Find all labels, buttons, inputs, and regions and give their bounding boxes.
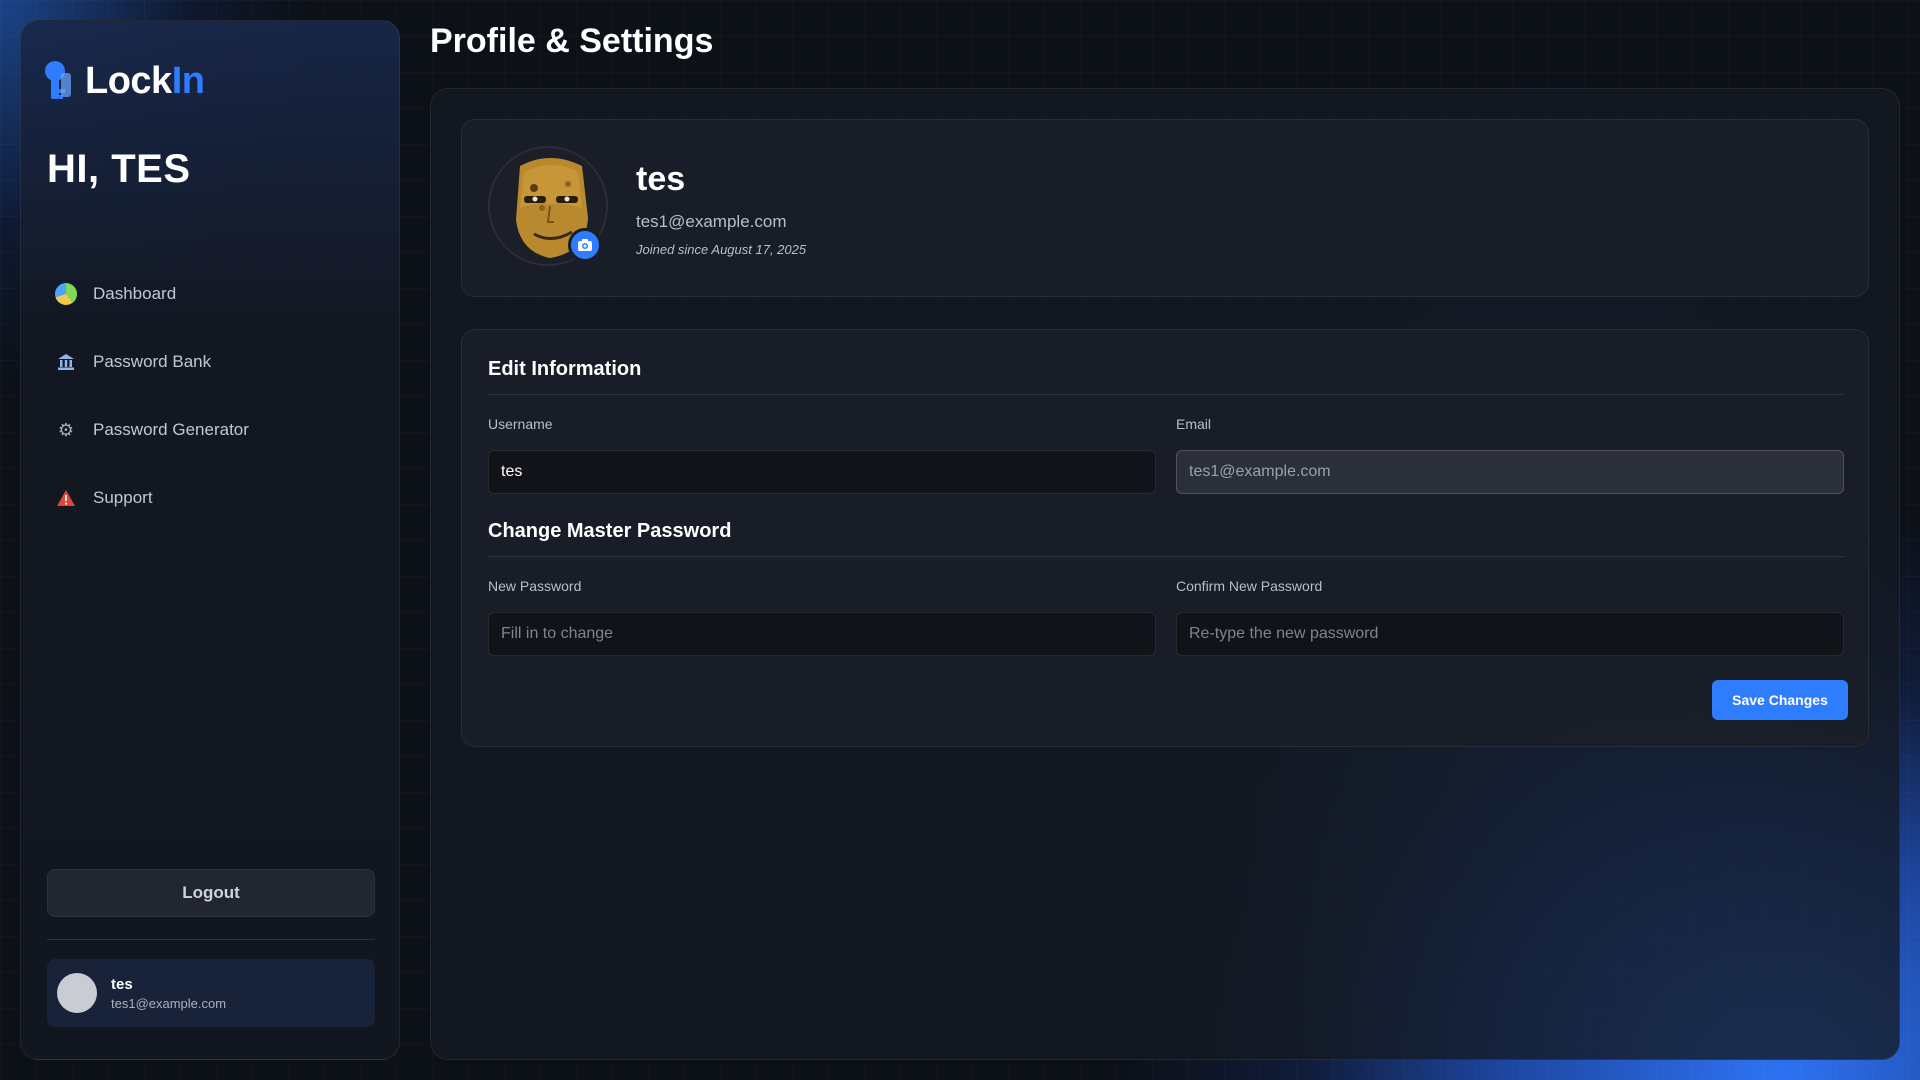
sidebar-item-dashboard[interactable]: Dashboard xyxy=(47,269,377,319)
sidebar-item-password-generator[interactable]: ⚙ Password Generator xyxy=(47,405,377,455)
username-label: Username xyxy=(488,416,553,432)
sidebar-nav: Dashboard Password Bank ⚙ Password Gener… xyxy=(47,269,377,541)
brand-name-accent: In xyxy=(171,59,205,102)
sidebar-item-label: Password Bank xyxy=(93,352,212,371)
email-input xyxy=(1176,450,1844,494)
sidebar-item-label: Dashboard xyxy=(93,284,177,303)
save-changes-button[interactable]: Save Changes xyxy=(1712,680,1848,720)
profile-joined-date: Joined since August 17, 2025 xyxy=(636,242,807,257)
gear-icon: ⚙ xyxy=(57,419,75,440)
profile-avatar-wrapper xyxy=(488,146,608,266)
brand-name-main: Lock xyxy=(85,59,172,102)
avatar xyxy=(57,973,97,1013)
confirm-password-input[interactable] xyxy=(1176,612,1844,656)
new-password-input[interactable] xyxy=(488,612,1156,656)
email-label: Email xyxy=(1176,416,1212,432)
bank-icon xyxy=(55,351,77,373)
section-title-edit-information: Edit Information xyxy=(488,358,642,380)
camera-icon xyxy=(578,239,592,251)
sidebar-item-label: Support xyxy=(93,488,153,507)
key-icon xyxy=(45,61,71,99)
edit-information-card: Edit Information Username Email Change M… xyxy=(461,329,1869,747)
warning-icon xyxy=(55,487,77,509)
user-info: tes tes1@example.com xyxy=(111,976,226,1011)
brand-name: LockIn xyxy=(85,59,205,103)
dashboard-icon xyxy=(55,283,77,305)
sidebar-divider xyxy=(47,939,375,940)
page-title: Profile & Settings xyxy=(430,22,714,60)
sidebar-item-password-bank[interactable]: Password Bank xyxy=(47,337,377,387)
profile-name: tes xyxy=(636,160,686,198)
profile-email: tes1@example.com xyxy=(636,212,787,231)
sidebar-item-label: Password Generator xyxy=(93,420,249,439)
section-divider xyxy=(488,394,1844,395)
user-name: tes xyxy=(111,975,133,993)
profile-card: tes tes1@example.com Joined since August… xyxy=(461,119,1869,297)
greeting: HI, TES xyxy=(47,147,191,191)
change-avatar-button[interactable] xyxy=(568,228,602,262)
sidebar: LockIn HI, TES Dashboard Password Bank ⚙… xyxy=(20,20,400,1060)
section-divider xyxy=(488,556,1844,557)
username-input[interactable] xyxy=(488,450,1156,494)
section-title-change-password: Change Master Password xyxy=(488,520,732,542)
confirm-password-label: Confirm New Password xyxy=(1176,578,1323,594)
sidebar-item-support[interactable]: Support xyxy=(47,473,377,523)
logout-button[interactable]: Logout xyxy=(47,869,375,917)
brand-logo[interactable]: LockIn xyxy=(41,59,205,103)
user-card[interactable]: tes tes1@example.com xyxy=(47,959,375,1027)
new-password-label: New Password xyxy=(488,578,582,594)
user-email: tes1@example.com xyxy=(111,995,227,1011)
main-panel: tes tes1@example.com Joined since August… xyxy=(430,88,1900,1060)
